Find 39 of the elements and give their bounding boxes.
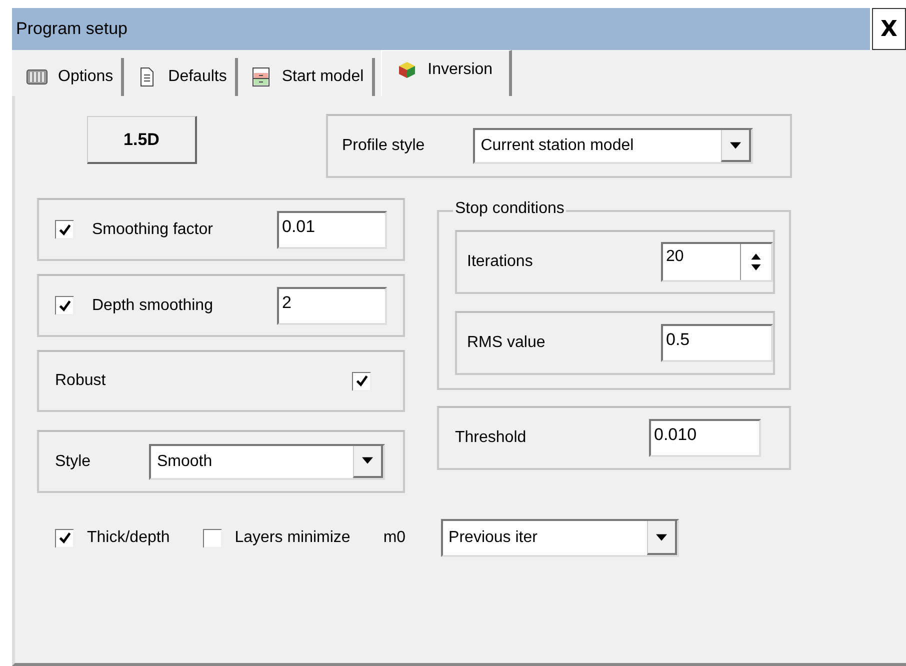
close-button[interactable]: X bbox=[872, 8, 906, 50]
checkbox[interactable] bbox=[55, 528, 74, 548]
caret-icon bbox=[656, 534, 667, 540]
field-label: Iterations bbox=[467, 253, 534, 271]
input-field[interactable]: 0.5 bbox=[661, 324, 773, 362]
checkbox-label: Layers minimize bbox=[234, 529, 350, 547]
field-label: Threshold bbox=[455, 429, 528, 447]
m0-dropdown[interactable]: Previous iter bbox=[440, 519, 679, 557]
check-icon bbox=[58, 300, 70, 312]
drawers-icon bbox=[250, 67, 272, 87]
group-title: Stop conditions bbox=[453, 200, 566, 218]
input-field[interactable]: 0.01 bbox=[277, 210, 387, 248]
field-label: Style bbox=[55, 452, 92, 470]
input-field[interactable]: 2 bbox=[277, 286, 387, 324]
field-label: RMS value bbox=[467, 334, 546, 352]
checkbox[interactable] bbox=[352, 372, 371, 390]
window-title: Program setup bbox=[16, 19, 128, 39]
profile-style-dropdown[interactable]: Current station model bbox=[472, 128, 753, 164]
check-icon bbox=[356, 375, 368, 387]
spin-field[interactable]: 20 bbox=[661, 242, 773, 282]
caret-icon bbox=[730, 142, 741, 148]
tab[interactable]: Inversion bbox=[380, 50, 512, 96]
style-dropdown[interactable]: Smooth bbox=[149, 444, 385, 480]
check-icon bbox=[58, 224, 70, 236]
sliders-icon bbox=[26, 67, 48, 87]
up-down-arrows-icon bbox=[750, 252, 762, 272]
mode-button[interactable]: 1.5D bbox=[87, 116, 197, 164]
checkbox[interactable] bbox=[55, 220, 74, 239]
caret-icon bbox=[362, 457, 373, 464]
checkbox-label: Depth smoothing bbox=[92, 296, 214, 314]
checkbox-label: Robust bbox=[55, 372, 107, 390]
checkbox-label: Smoothing factor bbox=[92, 220, 214, 238]
checkbox[interactable] bbox=[202, 528, 222, 548]
input-field[interactable]: 0.010 bbox=[649, 419, 761, 457]
checkbox[interactable] bbox=[55, 296, 74, 315]
checkbox-label: Thick/depth bbox=[87, 529, 170, 547]
field-label: m0 bbox=[383, 529, 406, 547]
check-icon bbox=[58, 532, 70, 544]
field-label: Profile style bbox=[342, 137, 425, 155]
